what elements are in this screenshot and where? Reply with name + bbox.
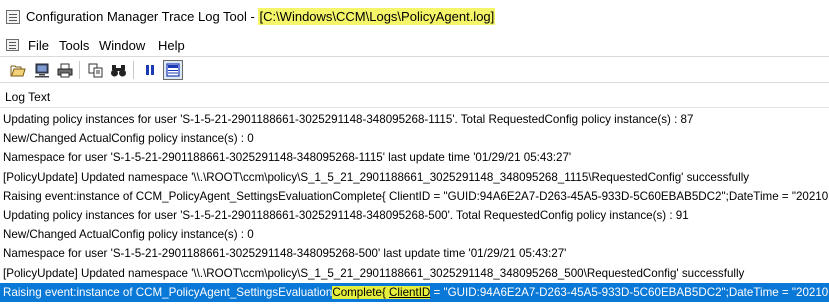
copy-icon[interactable] <box>86 60 106 80</box>
open-folder-icon[interactable] <box>8 60 28 80</box>
window-title: Configuration Manager Trace Log Tool - [… <box>26 8 496 25</box>
log-text-column-header[interactable]: Log Text <box>0 86 829 108</box>
menu-bar: File Tools Window Help <box>0 34 829 56</box>
document-list-icon[interactable] <box>6 10 20 24</box>
computer-icon[interactable] <box>32 60 52 80</box>
menu-tools[interactable]: Tools <box>58 38 90 53</box>
document-list-icon[interactable] <box>6 39 19 51</box>
toolbar-separator <box>133 61 134 79</box>
menu-file[interactable]: File <box>27 38 50 53</box>
search-highlight: Complete{ <box>332 285 390 299</box>
details-pane-icon[interactable] <box>163 60 183 80</box>
log-row[interactable]: Raising event:instance of CCM_PolicyAgen… <box>0 187 829 206</box>
log-row[interactable]: Updating policy instances for user 'S-1-… <box>0 206 829 225</box>
log-list[interactable]: Updating policy instances for user 'S-1-… <box>0 110 829 305</box>
menu-window[interactable]: Window <box>98 38 146 53</box>
log-row[interactable]: [PolicyUpdate] Updated namespace '\\.\RO… <box>0 264 829 283</box>
title-bar: Configuration Manager Trace Log Tool - [… <box>0 0 829 34</box>
pause-icon[interactable] <box>140 60 160 80</box>
selected-row-text: Raising event:instance of CCM_PolicyAgen… <box>3 285 333 299</box>
log-row[interactable]: New/Changed ActualConfig policy instance… <box>0 225 829 244</box>
log-row[interactable]: Namespace for user 'S-1-5-21-2901188661-… <box>0 148 829 167</box>
log-row[interactable]: Updating policy instances for user 'S-1-… <box>0 110 829 129</box>
menu-help[interactable]: Help <box>157 38 186 53</box>
print-icon[interactable] <box>55 60 75 80</box>
window-title-path: [C:\Windows\CCM\Logs\PolicyAgent.log] <box>258 8 496 25</box>
toolbar <box>0 56 829 83</box>
log-row-selected[interactable]: Raising event:instance of CCM_PolicyAgen… <box>0 282 829 302</box>
log-row[interactable]: [PolicyUpdate] Updated namespace '\\.\RO… <box>0 168 829 187</box>
search-highlight: ClientID <box>389 285 431 299</box>
log-text-header-label: Log Text <box>5 90 51 104</box>
toolbar-separator <box>79 61 80 79</box>
window-title-prefix: Configuration Manager Trace Log Tool - <box>26 9 259 24</box>
log-row[interactable]: New/Changed ActualConfig policy instance… <box>0 129 829 148</box>
find-binoculars-icon[interactable] <box>108 60 128 80</box>
selected-row-text: = "GUID:94A6E2A7-D263-45A5-933D-5C60EBAB… <box>430 285 829 299</box>
log-row[interactable]: Namespace for user 'S-1-5-21-2901188661-… <box>0 244 829 263</box>
